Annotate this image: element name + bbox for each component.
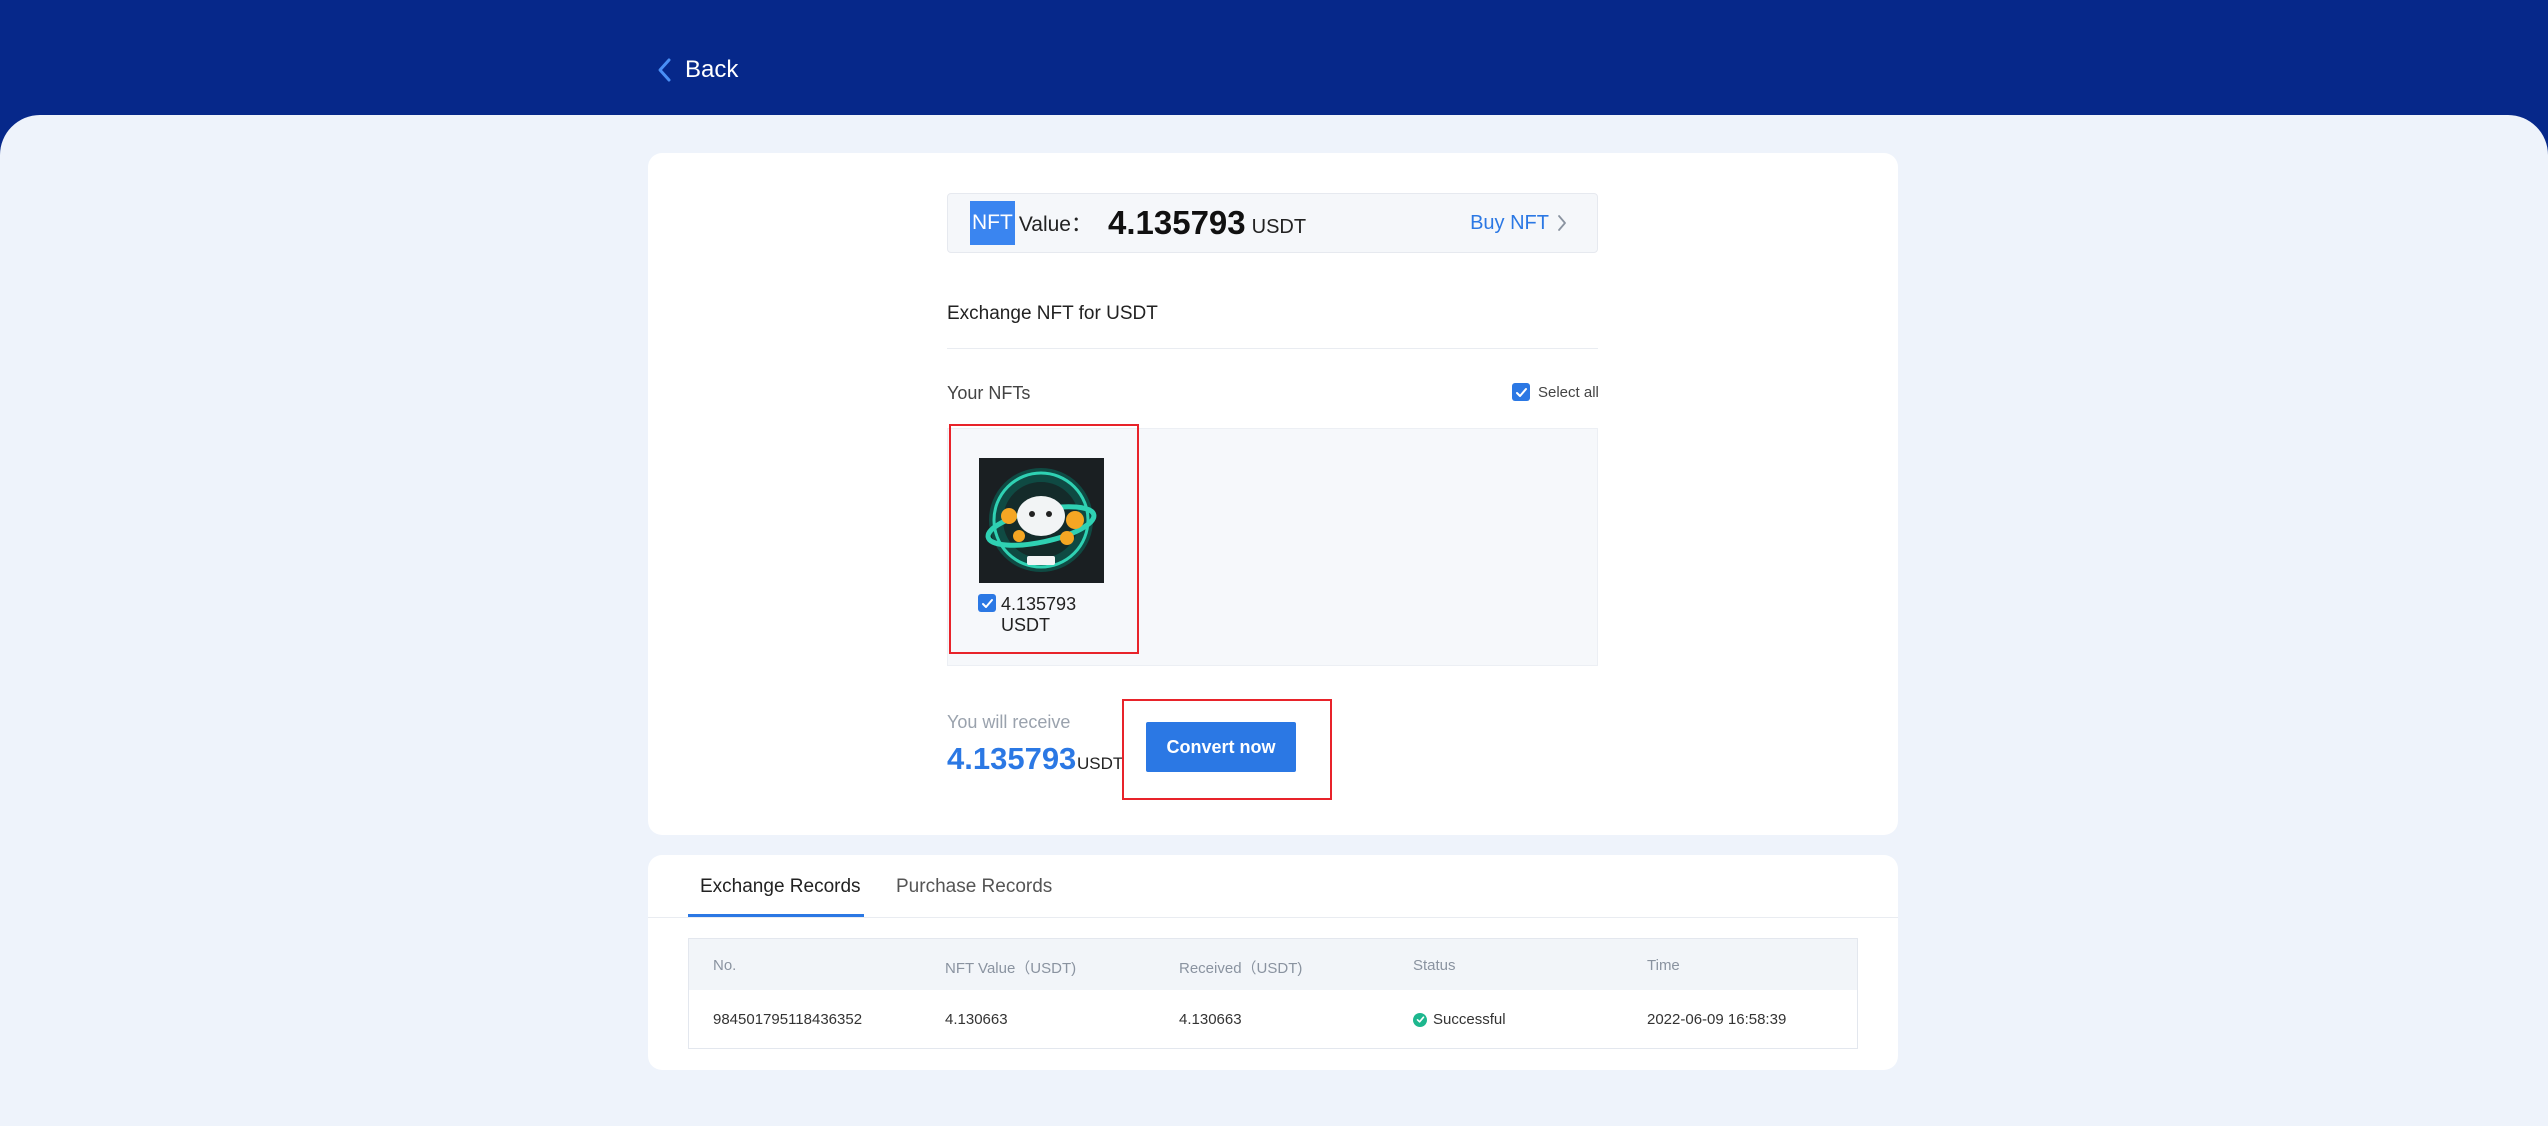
- nft-value-bar: NFT Value： 4.135793 USDT Buy NFT: [947, 193, 1598, 253]
- nft-item-value: 4.135793 USDT: [1001, 594, 1077, 635]
- cell-time: 2022-06-09 16:58:39: [1647, 1011, 1787, 1028]
- column-header-nft-value: NFT Value（USDT): [945, 960, 1077, 977]
- table-header: No. NFT Value（USDT) Received（USDT) Statu…: [689, 939, 1857, 990]
- select-all-label: Select all: [1538, 383, 1599, 401]
- tab-exchange-records[interactable]: Exchange Records: [700, 876, 861, 898]
- check-icon: [1512, 383, 1530, 401]
- back-button[interactable]: Back: [655, 56, 738, 84]
- records-table: No. NFT Value（USDT) Received（USDT) Statu…: [688, 938, 1858, 1049]
- tabs-divider: [648, 917, 1898, 918]
- select-all-checkbox[interactable]: Select all: [1512, 383, 1599, 401]
- column-header-time: Time: [1647, 957, 1680, 974]
- cell-no: 984501795118436352: [713, 1011, 863, 1028]
- divider: [947, 348, 1598, 349]
- chevron-left-icon: [658, 58, 671, 82]
- receive-unit: USDT: [1077, 754, 1124, 773]
- convert-now-button[interactable]: Convert now: [1146, 722, 1296, 772]
- receive-amount: 4.135793: [947, 741, 1077, 776]
- cell-status: Successful: [1413, 1011, 1506, 1028]
- your-nfts-label: Your NFTs: [947, 383, 1031, 403]
- status-text: Successful: [1433, 1011, 1506, 1028]
- nft-item-checkbox[interactable]: [978, 594, 996, 612]
- nft-thumbnail-image: [979, 458, 1104, 583]
- check-icon: [981, 598, 993, 608]
- column-header-no: No.: [713, 957, 737, 974]
- tab-purchase-records[interactable]: Purchase Records: [896, 876, 1052, 898]
- back-label: Back: [685, 56, 739, 83]
- receive-label: You will receive: [947, 712, 1071, 732]
- buy-nft-link[interactable]: Buy NFT: [1470, 212, 1567, 235]
- exchange-title: Exchange NFT for USDT: [947, 303, 1158, 324]
- column-header-received: Received（USDT): [1179, 960, 1303, 977]
- nft-value-label: Value：: [1018, 213, 1092, 236]
- nft-tag: NFT: [970, 201, 1015, 245]
- success-icon: [1413, 1012, 1427, 1027]
- cell-nft-value: 4.130663: [945, 1011, 1008, 1028]
- chevron-right-icon: [1558, 215, 1566, 231]
- buy-nft-label: Buy NFT: [1470, 211, 1549, 234]
- cell-received: 4.130663: [1179, 1011, 1242, 1028]
- column-header-status: Status: [1413, 957, 1456, 974]
- nft-value-amount: 4.135793: [1107, 204, 1246, 241]
- nft-artwork: [979, 458, 1104, 583]
- nft-value-unit: USDT: [1251, 215, 1307, 238]
